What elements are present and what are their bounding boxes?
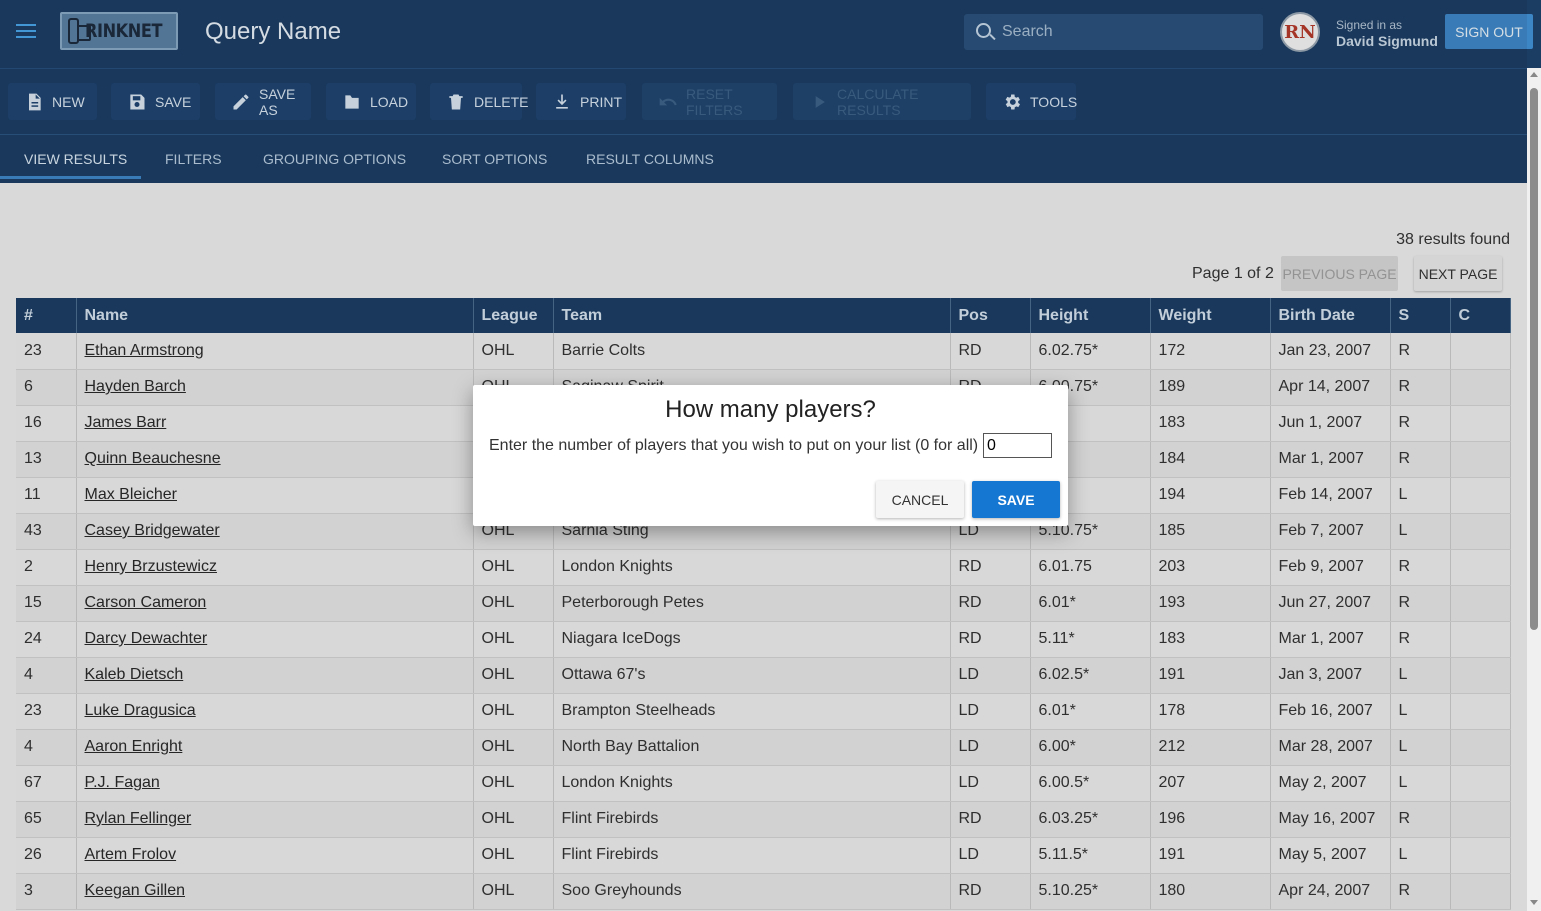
scroll-down-arrow-icon[interactable] <box>1530 900 1538 905</box>
dialog-save-button[interactable]: SAVE <box>972 481 1060 518</box>
dialog-title: How many players? <box>665 396 876 423</box>
players-count-dialog: How many players? Enter the number of pl… <box>473 385 1068 526</box>
scrollbar-thumb[interactable] <box>1530 88 1538 630</box>
player-count-input[interactable] <box>983 433 1052 458</box>
cancel-button[interactable]: CANCEL <box>876 481 964 518</box>
dialog-message: Enter the number of players that you wis… <box>489 437 979 454</box>
scrollbar[interactable] <box>1527 68 1541 911</box>
scroll-up-arrow-icon[interactable] <box>1530 72 1538 77</box>
